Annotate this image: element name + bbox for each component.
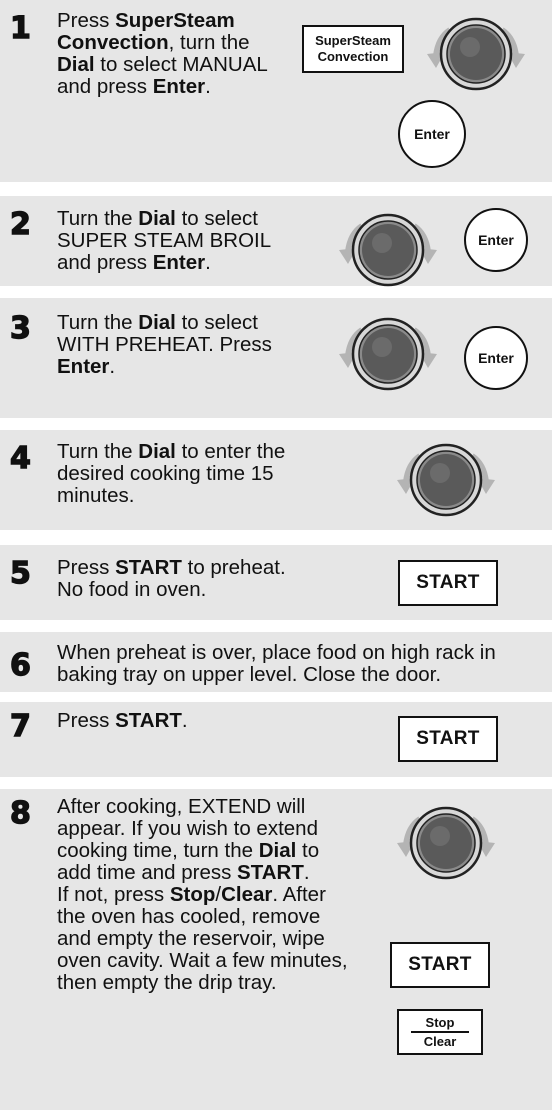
text-segment: Press: [57, 556, 116, 579]
bold-term: START: [237, 861, 304, 884]
bold-term: Dial: [258, 839, 297, 862]
step-number: 6: [9, 648, 31, 683]
step-6: 6 When preheat is over, place food on hi…: [0, 632, 552, 692]
bold-term: Enter: [57, 355, 110, 378]
step-text: Turn the Dial to enter the desired cooki…: [57, 441, 327, 507]
step-7: 7 Press START. START: [0, 702, 552, 777]
text-segment: Press: [57, 709, 116, 732]
enter-button[interactable]: Enter: [464, 208, 528, 272]
step-text: Turn the Dial to select WITH PREHEAT. Pr…: [57, 312, 307, 378]
step-3: 3 Turn the Dial to select WITH PREHEAT. …: [0, 298, 552, 418]
button-label: SuperSteam: [315, 33, 391, 48]
button-label: Enter: [414, 126, 450, 142]
text-segment: .: [109, 355, 116, 378]
button-label: Enter: [478, 350, 514, 366]
text-segment: When preheat is over, place food on high…: [57, 641, 496, 686]
step-number: 7: [9, 709, 31, 744]
bold-term: Clear: [221, 883, 273, 906]
step-text: Press SuperSteam Convection, turn the Di…: [57, 10, 287, 98]
dial-graphic: [397, 806, 495, 880]
text-segment: Turn the: [57, 311, 139, 334]
bold-term: START: [115, 556, 182, 579]
text-segment: If not, press: [57, 883, 170, 906]
dial-graphic: [397, 443, 495, 517]
step-number: 5: [9, 556, 31, 591]
dial-icon[interactable]: [384, 801, 508, 886]
button-label: START: [408, 954, 472, 975]
step-number: 2: [9, 207, 31, 242]
bold-term: Dial: [138, 207, 176, 230]
dial-icon[interactable]: [326, 312, 450, 397]
bold-term: Dial: [138, 440, 176, 463]
text-segment: , turn the: [168, 31, 250, 54]
step-number: 1: [9, 11, 31, 46]
enter-button[interactable]: Enter: [398, 100, 466, 168]
text-segment: .: [181, 709, 188, 732]
dial-graphic: [427, 17, 525, 91]
button-label: Convection: [317, 49, 389, 64]
step-text: After cooking, EXTEND will appear. If yo…: [57, 796, 357, 994]
stop-clear-button[interactable]: Stop Clear: [397, 1009, 483, 1055]
button-label: START: [416, 572, 480, 593]
supersteam-convection-button[interactable]: SuperSteam Convection: [302, 25, 404, 73]
dial-graphic: [339, 317, 437, 391]
button-label: START: [416, 728, 480, 749]
dial-icon[interactable]: [326, 208, 450, 293]
step-text: When preheat is over, place food on high…: [57, 642, 547, 686]
step-number: 3: [9, 311, 31, 346]
step-5: 5 Press START to preheat. No food in oven…: [0, 545, 552, 620]
text-segment: .: [303, 861, 310, 884]
dial-graphic: [339, 213, 437, 287]
text-segment: Turn the: [57, 207, 139, 230]
button-label: Clear: [423, 1033, 457, 1049]
start-button[interactable]: START: [398, 560, 498, 606]
step-2: 2 Turn the Dial to select SUPER STEAM BR…: [0, 196, 552, 287]
text-segment: Turn the: [57, 440, 139, 463]
text-segment: No food in oven.: [57, 578, 207, 601]
bold-term: Dial: [138, 311, 176, 334]
bold-term: Enter: [152, 251, 206, 274]
bold-term: Dial: [57, 53, 95, 76]
enter-button[interactable]: Enter: [464, 326, 528, 390]
step-1: 1 Press SuperSteam Convection, turn the …: [0, 0, 552, 182]
step-8: 8 After cooking, EXTEND will appear. If …: [0, 789, 552, 1110]
start-button[interactable]: START: [390, 942, 490, 988]
step-number: 4: [9, 441, 31, 476]
text-segment: Press: [57, 9, 116, 32]
bold-term: Stop: [169, 883, 216, 906]
start-button[interactable]: START: [398, 716, 498, 762]
step-text: Press START to preheat. No food in oven.: [57, 557, 357, 601]
step-number: 8: [9, 796, 31, 831]
step-text: Press START.: [57, 710, 317, 732]
button-label: Enter: [478, 232, 514, 248]
text-segment: .: [205, 75, 211, 98]
instruction-page: 1 Press SuperSteam Convection, turn the …: [0, 0, 552, 1110]
step-text: Turn the Dial to select SUPER STEAM BROI…: [57, 208, 297, 274]
button-label: Stop: [425, 1015, 455, 1031]
divider-line: [411, 1031, 469, 1033]
text-segment: .: [205, 251, 211, 274]
step-4: 4 Turn the Dial to enter the desired coo…: [0, 430, 552, 530]
dial-icon[interactable]: [414, 12, 538, 97]
bold-term: START: [115, 709, 182, 732]
dial-icon[interactable]: [384, 438, 508, 523]
bold-term: Enter: [152, 75, 206, 98]
text-segment: to preheat.: [181, 556, 286, 579]
